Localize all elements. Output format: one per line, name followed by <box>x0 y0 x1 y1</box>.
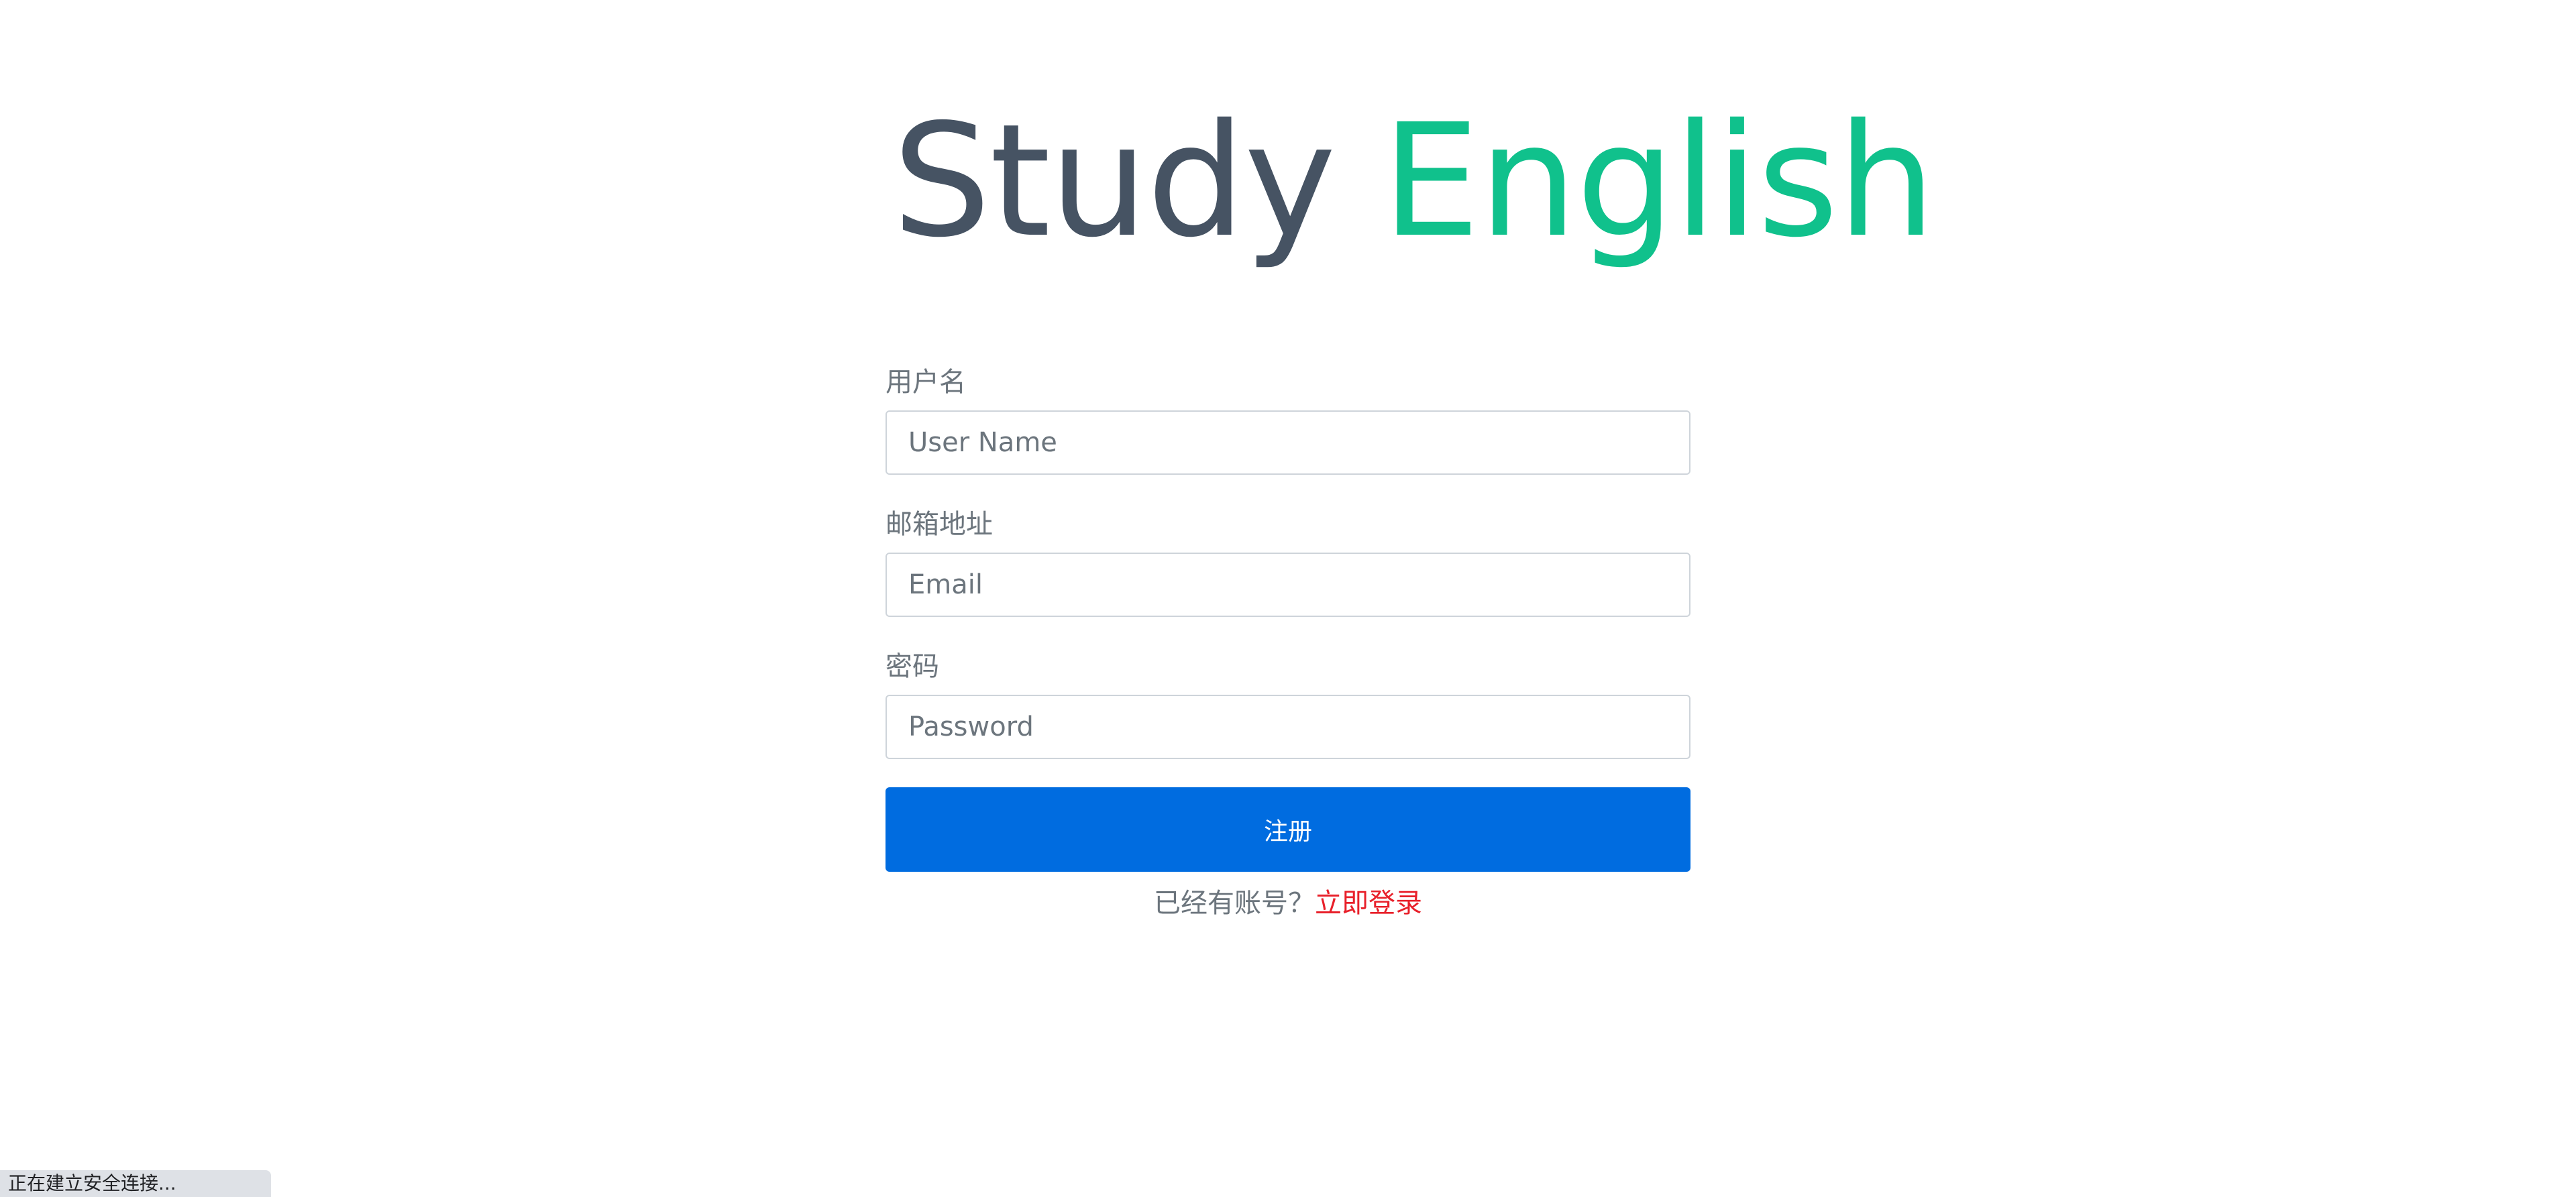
username-label: 用户名 <box>885 367 966 398</box>
register-form: 用户名 邮箱地址 密码 注册 已经有账号？立即登录 <box>885 362 1690 927</box>
email-label: 邮箱地址 <box>885 509 993 540</box>
login-prompt-text: 已经有账号？ <box>1154 888 1315 919</box>
logo-word-study: Study <box>892 91 1336 272</box>
password-input[interactable] <box>885 695 1690 759</box>
site-logo: Study English <box>892 97 1936 265</box>
email-input[interactable] <box>885 553 1690 617</box>
register-button[interactable]: 注册 <box>885 787 1690 872</box>
password-label: 密码 <box>885 651 939 682</box>
login-link[interactable]: 立即登录 <box>1315 888 1422 919</box>
browser-status-bar: 正在建立安全连接... <box>0 1170 271 1197</box>
username-input[interactable] <box>885 410 1690 475</box>
login-prompt: 已经有账号？立即登录 <box>885 880 1690 927</box>
logo-word-english: English <box>1381 91 1936 272</box>
